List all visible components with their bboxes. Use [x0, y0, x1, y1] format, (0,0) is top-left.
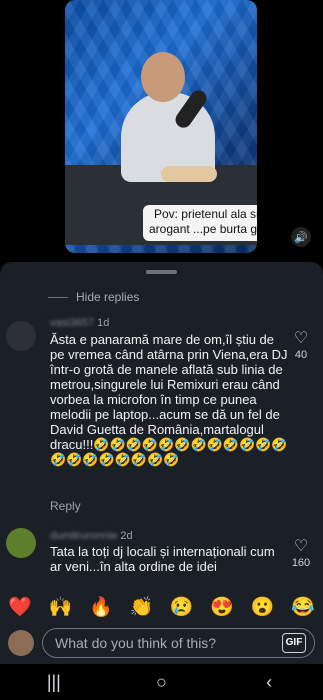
comment-time: 2d [120, 530, 133, 542]
android-navbar: ||| ○ ‹ [0, 664, 323, 700]
gif-button[interactable]: GIF [282, 633, 306, 653]
username[interactable]: dumitruronnie [50, 530, 117, 542]
video-caption: Pov: prietenul ala smecher si arogant ..… [143, 205, 257, 241]
video-thumbnail[interactable]: Pov: prietenul ala smecher si arogant ..… [65, 0, 257, 253]
emoji-laugh[interactable]: 😂 [291, 595, 315, 619]
emoji-heart-eyes[interactable]: 😍 [210, 595, 234, 619]
emoji-reaction-bar: ❤️ 🙌 🔥 👏 😢 😍 😮 😂 [0, 590, 323, 624]
heart-icon: ♡ [293, 330, 309, 347]
emoji-fire[interactable]: 🔥 [89, 595, 113, 619]
speaker-icon[interactable]: 🔊 [291, 227, 311, 247]
person-head [141, 52, 185, 102]
sheet-handle[interactable] [146, 270, 177, 274]
like-count: 40 [294, 349, 308, 361]
avatar[interactable] [6, 528, 36, 558]
avatar[interactable] [6, 321, 36, 351]
like-button[interactable]: ♡ 160 [289, 538, 313, 570]
comment-text: Tata la toți dj locali și internaționali… [50, 544, 279, 574]
home-button[interactable]: ○ [147, 668, 175, 696]
comment-text: Ăsta e panaramă mare de om,îl știu de pe… [50, 332, 292, 467]
avatar[interactable] [8, 630, 34, 656]
comment-time: 1d [97, 317, 110, 329]
comment-placeholder: What do you think of this? [55, 635, 217, 651]
comment-composer: What do you think of this? GIF [0, 622, 323, 662]
recents-button[interactable]: ||| [40, 668, 68, 696]
divider-line [48, 296, 68, 298]
hide-replies-label: Hide replies [76, 290, 140, 304]
comment-meta: dumitruronnie 2d [50, 530, 133, 542]
like-button[interactable]: ♡ 40 [289, 330, 313, 362]
food-plate [161, 166, 217, 182]
emoji-heart[interactable]: ❤️ [8, 595, 32, 619]
emoji-surprised[interactable]: 😮 [251, 595, 275, 619]
back-button[interactable]: ‹ [255, 668, 283, 696]
comment-meta: vasi3657 1d [50, 317, 109, 329]
comment-input[interactable]: What do you think of this? GIF [42, 628, 315, 658]
heart-icon: ♡ [293, 538, 309, 555]
reply-button[interactable]: Reply [50, 499, 81, 513]
hide-replies-button[interactable]: Hide replies [48, 290, 139, 304]
emoji-raised-hands[interactable]: 🙌 [49, 595, 73, 619]
like-count: 160 [291, 557, 311, 569]
emoji-clap[interactable]: 👏 [129, 595, 153, 619]
username[interactable]: vasi3657 [50, 317, 94, 329]
video-area[interactable]: Pov: prietenul ala smecher si arogant ..… [0, 0, 323, 262]
emoji-cry[interactable]: 😢 [170, 595, 194, 619]
